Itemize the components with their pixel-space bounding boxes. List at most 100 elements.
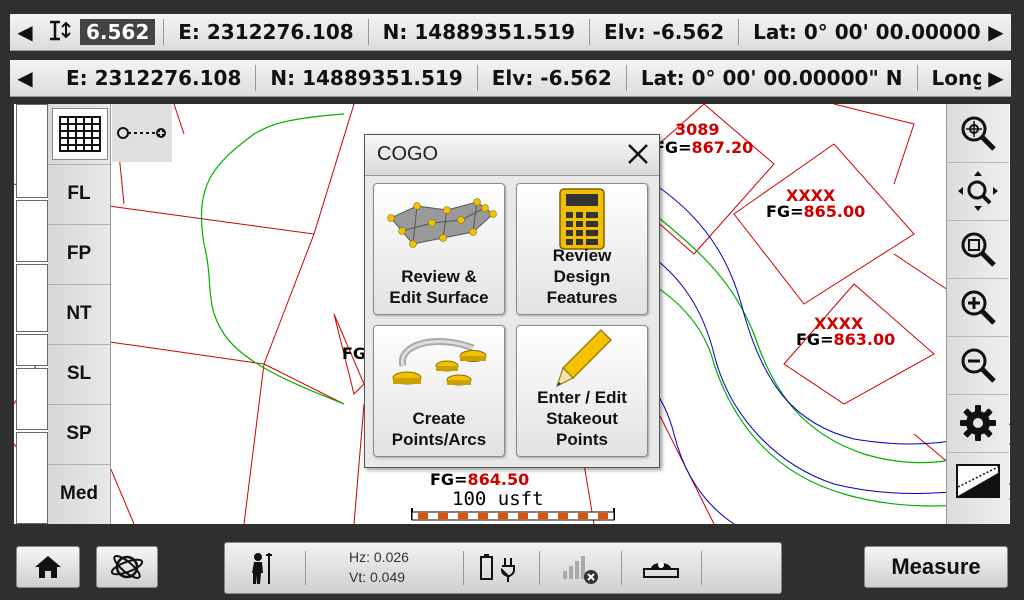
- fg-value: 863.00: [833, 330, 896, 349]
- fg-prefix: FG=: [796, 330, 834, 349]
- pan-to-position-button[interactable]: [947, 162, 1009, 221]
- code-button-med[interactable]: Med: [48, 464, 110, 523]
- grid-icon: [59, 116, 101, 152]
- status-bar-secondary: ◀ E: 2312276.108 N: 14889351.519 Elv: -6…: [10, 60, 1011, 97]
- height-readout[interactable]: 6.562: [40, 19, 165, 46]
- fg-prefix: FG=: [430, 470, 468, 489]
- grid-toggle-button[interactable]: [52, 108, 108, 160]
- scroll-left-arrow[interactable]: ◀: [10, 60, 40, 96]
- latitude-readout: Lat: 0° 00' 00.00000" N: [753, 20, 1011, 44]
- finished-grade-label: FG=865.00: [766, 202, 865, 221]
- enter-edit-stakeout-points-button[interactable]: Enter / Edit Stakeout Points: [516, 325, 648, 457]
- divider: [463, 551, 464, 585]
- cogo-dialog: COGO Review & Edit Surface Review Design…: [364, 134, 660, 468]
- pencil-icon: [556, 329, 612, 387]
- strip-slot[interactable]: [16, 264, 48, 332]
- precision-readout: Hz: 0.026 Vt: 0.049: [349, 547, 439, 587]
- rod-height-icon: [46, 19, 76, 46]
- pan-zoom-icon: [958, 171, 998, 211]
- left-strip: [14, 104, 48, 524]
- dialog-title-bar: COGO: [365, 135, 659, 176]
- zoom-out-icon: [961, 348, 996, 383]
- slope-profile-icon: [956, 464, 1000, 498]
- vt-precision: Vt: 0.049: [349, 569, 406, 585]
- easting-readout: E: 2312276.108: [40, 65, 257, 91]
- fg-value: 864.50: [467, 470, 530, 489]
- tile-label: Enter / Edit Stakeout Points: [537, 388, 627, 449]
- scroll-right-arrow[interactable]: ▶: [981, 14, 1011, 50]
- elevation-readout: Elv: -6.562: [590, 19, 740, 45]
- hz-precision: Hz: 0.026: [349, 549, 409, 565]
- feature-code-panel: FL FP NT SL SP Med: [48, 104, 111, 524]
- latitude-readout: Lat: 0° 00' 00.00000" N: [627, 65, 918, 91]
- battery-charging-icon: [480, 554, 515, 582]
- points-arc-icon: [392, 338, 487, 386]
- strip-slot[interactable]: [16, 104, 48, 198]
- calculator-icon: [559, 188, 605, 250]
- northing-readout: N: 14889351.519: [256, 65, 478, 91]
- scroll-left-arrow[interactable]: ◀: [10, 14, 40, 50]
- northing-readout: N: 14889351.519: [369, 19, 591, 45]
- fg-value: 867.20: [691, 138, 754, 157]
- measure-button[interactable]: Measure: [864, 546, 1008, 588]
- zoom-extents-icon: [961, 232, 996, 267]
- finished-grade-label: FG=864.50: [430, 470, 529, 489]
- close-button[interactable]: [623, 139, 653, 169]
- strip-slot[interactable]: [16, 334, 48, 366]
- code-button-sl[interactable]: SL: [48, 344, 110, 403]
- line-mode-button[interactable]: [112, 104, 172, 162]
- finished-grade-label: FG=867.20: [654, 138, 753, 157]
- zoom-in-button[interactable]: [947, 278, 1009, 337]
- finished-grade-label: FG: [342, 344, 367, 363]
- code-button-fl[interactable]: FL: [48, 164, 110, 223]
- gear-icon: [960, 405, 996, 441]
- measure-label: Measure: [891, 554, 981, 579]
- zoom-extents-button[interactable]: [947, 220, 1009, 279]
- strip-slot[interactable]: [16, 368, 48, 430]
- review-design-features-button[interactable]: Review Design Features: [516, 183, 648, 315]
- map-scale-bar: 100 usft: [410, 488, 616, 524]
- home-icon: [35, 556, 61, 578]
- review-edit-surface-button[interactable]: Review & Edit Surface: [373, 183, 505, 315]
- easting-readout: E: 2312276.108: [164, 19, 369, 45]
- tile-label: Review & Edit Surface: [389, 267, 489, 307]
- tile-label: Review Design Features: [546, 246, 618, 307]
- scroll-right-arrow[interactable]: ▶: [981, 60, 1011, 96]
- point-label-3089: 3089: [675, 120, 720, 139]
- status-panel[interactable]: Hz: 0.026 Vt: 0.049: [224, 542, 782, 594]
- zoom-out-button[interactable]: [947, 336, 1009, 395]
- divider: [701, 551, 702, 585]
- level-bubble-icon: [643, 562, 679, 578]
- profile-view-button[interactable]: [947, 452, 1009, 510]
- status-bar-primary: ◀ 6.562 E: 2312276.108 N: 14889351.519 E…: [10, 14, 1011, 51]
- elevation-readout: Elv: -6.562: [478, 65, 627, 91]
- fg-prefix: FG=: [766, 202, 804, 221]
- scale-ruler-icon: [411, 508, 615, 521]
- surface-mesh-icon: [387, 198, 497, 248]
- bottom-toolbar: Hz: 0.026 Vt: 0.049 Measure: [0, 534, 1024, 600]
- map-tools-panel: [946, 104, 1009, 524]
- zoom-in-icon: [961, 290, 996, 325]
- dialog-title: COGO: [377, 143, 439, 165]
- divider: [539, 551, 540, 585]
- map-settings-button[interactable]: [947, 394, 1009, 453]
- code-button-nt[interactable]: NT: [48, 284, 110, 343]
- surveyor-icon: [252, 553, 272, 584]
- finished-grade-label: FG=863.00: [796, 330, 895, 349]
- strip-slot[interactable]: [16, 432, 48, 524]
- height-value: 6.562: [80, 19, 156, 45]
- trimble-menu-button[interactable]: [96, 546, 158, 588]
- app-frame: ◀ 6.562 E: 2312276.108 N: 14889351.519 E…: [0, 0, 1024, 600]
- home-button[interactable]: [16, 546, 80, 588]
- zoom-to-point-button[interactable]: [947, 104, 1009, 163]
- close-icon: [628, 144, 648, 164]
- zoom-target-icon: [961, 116, 996, 151]
- code-button-sp[interactable]: SP: [48, 404, 110, 463]
- divider: [305, 551, 306, 585]
- strip-slot[interactable]: [16, 200, 48, 262]
- divider: [621, 551, 622, 585]
- create-points-arcs-button[interactable]: Create Points/Arcs: [373, 325, 505, 457]
- code-button-fp[interactable]: FP: [48, 224, 110, 283]
- trimble-globe-icon: [110, 555, 144, 579]
- line-connect-icon: [117, 127, 166, 139]
